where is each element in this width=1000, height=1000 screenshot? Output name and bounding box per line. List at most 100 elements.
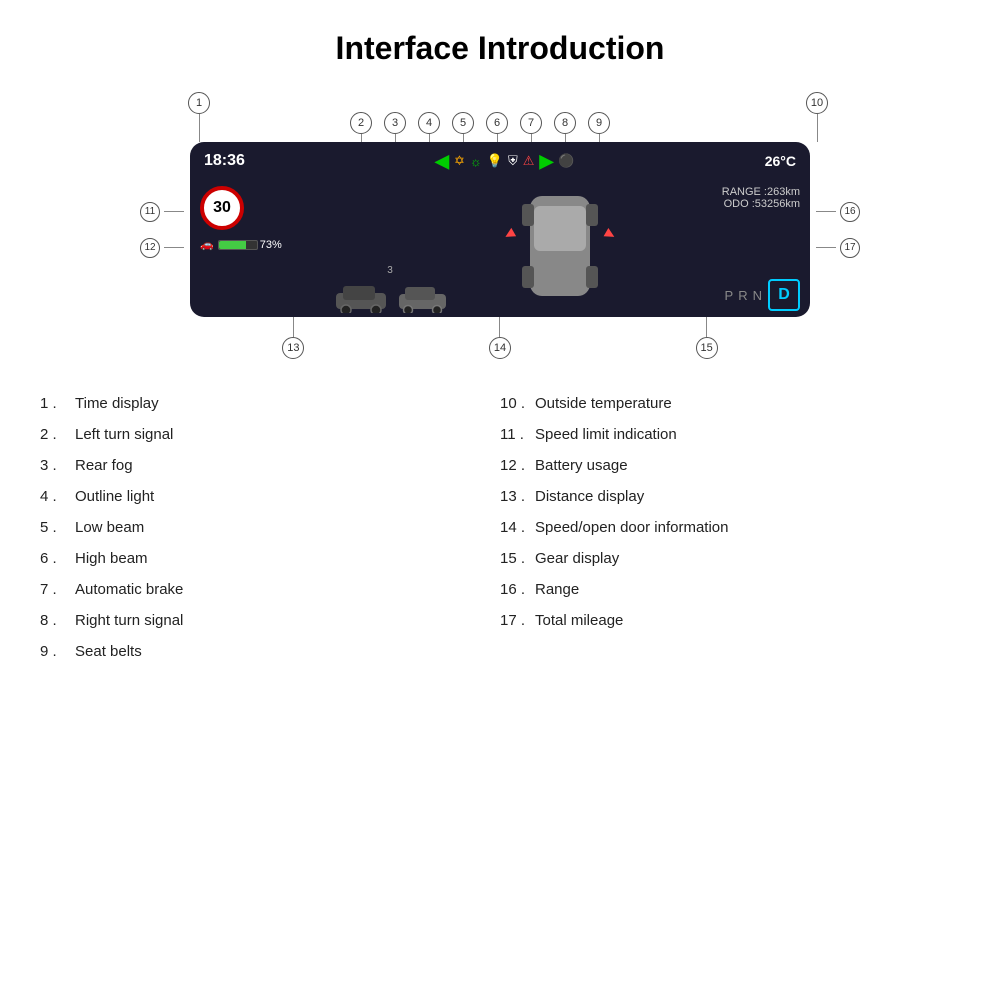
auto-brake-icon: ⚠ xyxy=(523,153,535,169)
seatbelt-icon: ⚫ xyxy=(558,153,574,169)
legend-item: 12 .Battery usage xyxy=(500,451,960,480)
legend-item: 5 .Low beam xyxy=(40,513,500,542)
gear-display: P R N D xyxy=(725,279,800,311)
distance-number: 3 xyxy=(387,265,393,276)
legend-num: 10 . xyxy=(500,393,535,414)
legend-num: 9 . xyxy=(40,641,75,662)
legend-text: Outside temperature xyxy=(535,393,672,414)
page-title: Interface Introduction xyxy=(336,30,665,67)
callout-7: 7 xyxy=(520,112,542,142)
legend-text: Time display xyxy=(75,393,159,414)
dash-topbar: 18:36 ◀ ✡ ☼ 💡 ⛨ ⚠ ▶ ⚫ 26°C xyxy=(190,142,810,180)
right-arrow-icon: ▶ xyxy=(539,151,553,172)
legend-item: 1 .Time display xyxy=(40,389,500,418)
range-info: RANGE :263km ODO :53256km xyxy=(722,186,800,210)
legend-num: 4 . xyxy=(40,486,75,507)
gear-box-d: D xyxy=(768,279,800,311)
dash-time: 18:36 xyxy=(204,152,245,170)
legend-item: 4 .Outline light xyxy=(40,482,500,511)
legend-num: 5 . xyxy=(40,517,75,538)
callout-9: 9 xyxy=(588,112,610,142)
left-callouts: 11 12 xyxy=(140,202,184,258)
legend-text: Gear display xyxy=(535,548,619,569)
car-row xyxy=(331,278,450,313)
battery-display: 73% xyxy=(218,239,282,251)
callout-10: 10 xyxy=(806,92,828,142)
legend-item: 14 .Speed/open door information xyxy=(500,513,960,542)
dashboard-screen: 18:36 ◀ ✡ ☼ 💡 ⛨ ⚠ ▶ ⚫ 26°C xyxy=(190,142,810,317)
dash-body: 30 🚗 73% 3 xyxy=(190,180,810,317)
odo-text: ODO :53256km xyxy=(722,198,800,210)
top-callout-container: 1 2 3 4 5 xyxy=(170,87,830,142)
legend-text: Left turn signal xyxy=(75,424,173,445)
legend-item: 15 .Gear display xyxy=(500,544,960,573)
range-text: RANGE :263km xyxy=(722,186,800,198)
battery-percentage: 73% xyxy=(260,239,282,251)
dash-cars: 3 xyxy=(320,184,460,313)
legend-num: 13 . xyxy=(500,486,535,507)
car-left-svg xyxy=(331,278,391,313)
callout-15-bottom: 15 xyxy=(696,317,718,359)
legend-text: Low beam xyxy=(75,517,144,538)
legend-num: 7 . xyxy=(40,579,75,600)
legend-text: Speed limit indication xyxy=(535,424,677,445)
battery-row: 🚗 73% xyxy=(200,238,282,251)
legend-num: 16 . xyxy=(500,579,535,600)
legend-num: 12 . xyxy=(500,455,535,476)
page-container: Interface Introduction 1 2 3 4 xyxy=(0,0,1000,1000)
legend-text: Rear fog xyxy=(75,455,133,476)
low-beam-icon: 💡 xyxy=(487,153,503,169)
dash-left: 30 🚗 73% xyxy=(200,184,320,313)
rear-fog-icon: ✡ xyxy=(454,153,465,169)
legend-num: 1 . xyxy=(40,393,75,414)
legend-num: 6 . xyxy=(40,548,75,569)
legend-item: 2 .Left turn signal xyxy=(40,420,500,449)
legend-item: 7 .Automatic brake xyxy=(40,575,500,604)
gear-r: R xyxy=(738,288,747,303)
callout-1: 1 xyxy=(188,92,210,114)
legend-num: 2 . xyxy=(40,424,75,445)
legend-text: Outline light xyxy=(75,486,154,507)
gear-p: P xyxy=(725,288,734,303)
callout-8: 8 xyxy=(554,112,576,142)
dash-center: ◄ ► xyxy=(460,184,660,313)
legend-num: 14 . xyxy=(500,517,535,538)
legend-text: Range xyxy=(535,579,579,600)
dash-right: RANGE :263km ODO :53256km P R N D xyxy=(660,184,800,313)
callout-11-side: 11 xyxy=(140,202,184,222)
callout-2: 2 xyxy=(350,112,372,142)
battery-bar-container xyxy=(218,240,258,250)
gear-n: N xyxy=(753,288,762,303)
callout-16-side: 16 xyxy=(816,202,860,222)
callout-17-side: 17 xyxy=(816,238,860,258)
legend-section: 1 .Time display2 .Left turn signal3 .Rea… xyxy=(40,389,960,666)
callout-13-bottom: 13 xyxy=(282,317,304,359)
legend-num: 15 . xyxy=(500,548,535,569)
legend-item: 6 .High beam xyxy=(40,544,500,573)
callout-4: 4 xyxy=(418,112,440,142)
legend-item: 3 .Rear fog xyxy=(40,451,500,480)
legend-num: 17 . xyxy=(500,610,535,631)
legend-num: 8 . xyxy=(40,610,75,631)
legend-item: 11 .Speed limit indication xyxy=(500,420,960,449)
legend-text: Automatic brake xyxy=(75,579,183,600)
dash-temp: 26°C xyxy=(765,153,796,169)
bottom-callout-row: 13 14 15 xyxy=(190,317,810,359)
car-top-svg xyxy=(520,186,600,306)
callout-14-bottom: 14 xyxy=(489,317,511,359)
legend-text: Distance display xyxy=(535,486,644,507)
legend-text: High beam xyxy=(75,548,148,569)
legend-item: 13 .Distance display xyxy=(500,482,960,511)
legend-num: 3 . xyxy=(40,455,75,476)
legend-item: 17 .Total mileage xyxy=(500,606,960,635)
legend-item: 9 .Seat belts xyxy=(40,637,500,666)
legend-num: 11 . xyxy=(500,424,535,445)
high-beam-icon: ⛨ xyxy=(508,153,518,169)
car-right-svg xyxy=(395,281,450,313)
legend-text: Speed/open door information xyxy=(535,517,728,538)
door-open-left: ◄ xyxy=(499,223,522,247)
callout-5: 5 xyxy=(452,112,474,142)
callout-12-side: 12 xyxy=(140,238,184,258)
outline-light-icon: ☼ xyxy=(470,154,482,169)
battery-bar-fill xyxy=(219,241,247,249)
